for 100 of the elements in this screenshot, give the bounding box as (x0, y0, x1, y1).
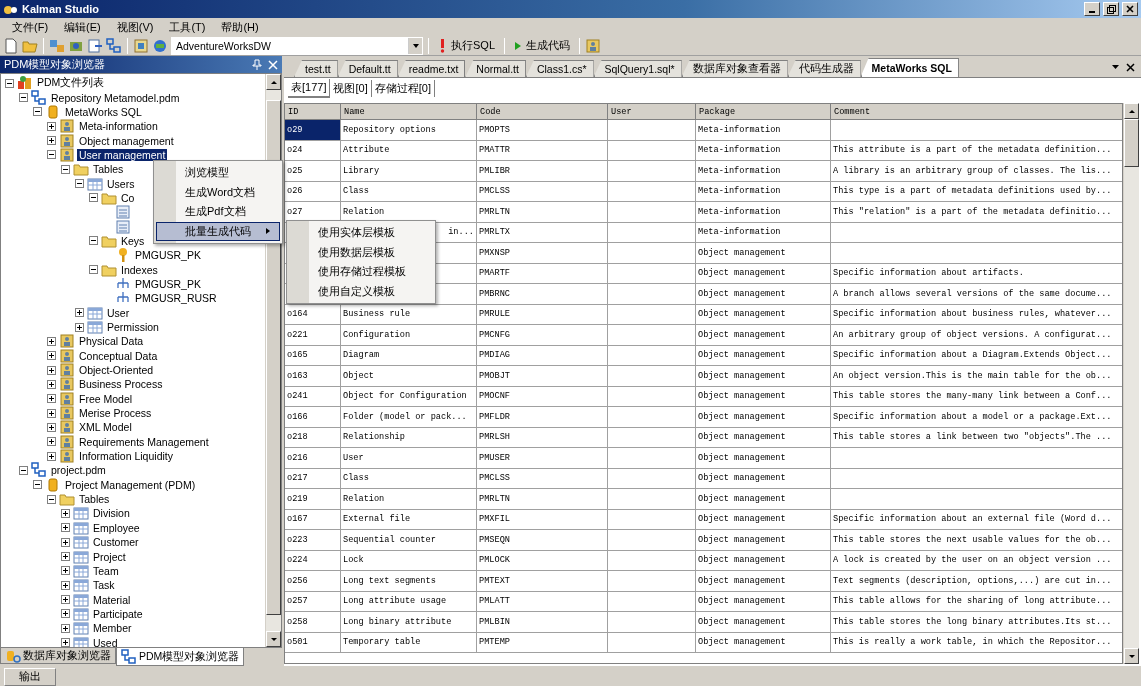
view-tab[interactable]: 存储过程[0] (371, 80, 435, 97)
tree-item[interactable]: project.pdm (49, 464, 108, 477)
tree-item[interactable]: Project (91, 550, 128, 563)
tree-item[interactable]: Information Liquidity (77, 450, 175, 463)
tree-item[interactable]: Co (119, 191, 137, 204)
expand-icon[interactable] (47, 365, 56, 375)
tree-item[interactable]: PDM文件列表 (35, 76, 107, 91)
expand-icon[interactable] (47, 451, 56, 461)
collapse-icon[interactable] (89, 193, 98, 203)
expand-icon[interactable] (61, 623, 70, 633)
tree-item[interactable]: PMGUSR_PK (133, 249, 203, 262)
view-tab[interactable]: 表[177] (288, 79, 331, 98)
menu-item[interactable]: 使用自定义模板 (289, 281, 433, 301)
collapse-icon[interactable] (33, 107, 42, 117)
menu-item[interactable]: 批量生成代码 (156, 221, 280, 241)
tree-item[interactable]: Permission (105, 321, 161, 333)
close-button[interactable] (1122, 2, 1138, 16)
expand-icon[interactable] (61, 509, 70, 518)
menu-item[interactable]: 生成Word文档 (156, 182, 280, 202)
expand-icon[interactable] (47, 379, 56, 389)
scroll-down-button[interactable] (1124, 648, 1139, 664)
tree-item[interactable]: Merise Process (77, 407, 154, 420)
collapse-icon[interactable] (47, 494, 56, 504)
collapse-icon[interactable] (89, 265, 98, 275)
tree-item[interactable]: Object management (77, 134, 176, 147)
expand-icon[interactable] (47, 394, 56, 404)
tree-item[interactable]: PMGUSR_RUSR (133, 292, 219, 305)
tree-item[interactable]: Task (91, 579, 117, 592)
minimize-button[interactable] (1084, 2, 1100, 16)
output-tab[interactable]: 输出 (4, 668, 56, 686)
collapse-icon[interactable] (5, 78, 14, 88)
restore-button[interactable] (1103, 2, 1119, 16)
collapse-icon[interactable] (19, 465, 28, 475)
tree-item[interactable]: Physical Data (77, 335, 146, 348)
document-tab[interactable]: readme.txt (397, 60, 466, 77)
tree-item[interactable]: Tables (91, 163, 126, 176)
expand-icon[interactable] (61, 638, 70, 647)
expand-icon[interactable] (47, 437, 56, 447)
tree-item[interactable]: XML Model (77, 421, 134, 434)
tree-item[interactable]: Keys (119, 234, 147, 247)
menu-item[interactable]: 文件(F) (6, 18, 55, 36)
tree-item[interactable]: Project Management (PDM) (63, 478, 198, 491)
database-select[interactable]: AdventureWorksDW (171, 36, 423, 55)
expand-icon[interactable] (61, 595, 70, 605)
document-tab[interactable]: Default.tt (337, 60, 398, 77)
menu-item[interactable]: 视图(V) (110, 18, 160, 36)
tree-item[interactable]: Division (91, 507, 132, 520)
tree-item[interactable]: Users (105, 177, 137, 190)
expand-icon[interactable] (47, 422, 56, 432)
menu-item[interactable]: 帮助(H) (215, 18, 265, 36)
collapse-icon[interactable] (19, 93, 28, 102)
tree-item[interactable]: Requirements Management (77, 435, 211, 448)
tree-item[interactable]: Participate (91, 607, 145, 620)
document-tab[interactable]: Normal.tt (465, 60, 526, 77)
tree-item[interactable]: User (105, 306, 132, 319)
panel-tab[interactable]: PDM模型对象浏览器 (116, 648, 245, 666)
document-tab[interactable]: 代码生成器 (787, 60, 861, 77)
view-tab[interactable]: 视图[0] (330, 80, 372, 97)
tree-item[interactable]: User management (77, 148, 168, 161)
expand-icon[interactable] (47, 408, 56, 418)
document-tab[interactable]: Class1.cs* (525, 60, 594, 77)
tree-item[interactable]: MetaWorks SQL (63, 105, 144, 118)
tree-item[interactable]: Repository Metamodel.pdm (49, 91, 182, 104)
expand-icon[interactable] (61, 523, 70, 533)
run-sql-button[interactable]: 执行SQL (434, 36, 499, 55)
expand-icon[interactable] (61, 580, 70, 590)
menu-item[interactable]: 使用数据层模板 (289, 242, 433, 262)
expand-icon[interactable] (61, 609, 70, 619)
menu-item[interactable]: 编辑(E) (58, 18, 107, 36)
expand-icon[interactable] (61, 552, 70, 561)
document-tab[interactable]: 数据库对象查看器 (681, 60, 788, 77)
collapse-icon[interactable] (75, 179, 84, 189)
menu-item[interactable]: 工具(T) (163, 18, 212, 36)
tree-item[interactable]: Used (91, 636, 120, 647)
document-tab[interactable]: SqlQuery1.sql* (593, 60, 682, 77)
scrollbar[interactable] (1123, 103, 1139, 664)
scroll-up-button[interactable] (266, 74, 281, 90)
tree-item[interactable]: Business Process (77, 378, 165, 391)
panel-tab[interactable]: 数据库对象浏览器 (0, 648, 116, 664)
expand-icon[interactable] (61, 537, 70, 547)
expand-icon[interactable] (47, 336, 56, 346)
menu-item[interactable]: 使用存储过程模板 (289, 262, 433, 282)
scroll-thumb[interactable] (1124, 119, 1139, 167)
collapse-icon[interactable] (89, 236, 98, 246)
tree-item[interactable]: Member (91, 622, 134, 635)
expand-icon[interactable] (47, 136, 56, 146)
tree-item[interactable]: Object-Oriented (77, 364, 156, 377)
tree-item[interactable]: Team (91, 564, 121, 577)
scroll-up-button[interactable] (1124, 103, 1139, 119)
collapse-icon[interactable] (61, 164, 70, 174)
collapse-icon[interactable] (33, 480, 42, 490)
expand-icon[interactable] (47, 121, 56, 131)
tree-item[interactable]: Indexes (119, 263, 160, 276)
tree-item[interactable]: PMGUSR_PK (133, 278, 203, 290)
tree-item[interactable]: Employee (91, 521, 142, 534)
menu-item[interactable]: 生成Pdf文档 (156, 202, 280, 222)
tree-item[interactable]: Conceptual Data (77, 349, 160, 362)
expand-icon[interactable] (75, 322, 84, 332)
tree-item[interactable]: Free Model (77, 392, 135, 405)
expand-icon[interactable] (75, 308, 84, 318)
